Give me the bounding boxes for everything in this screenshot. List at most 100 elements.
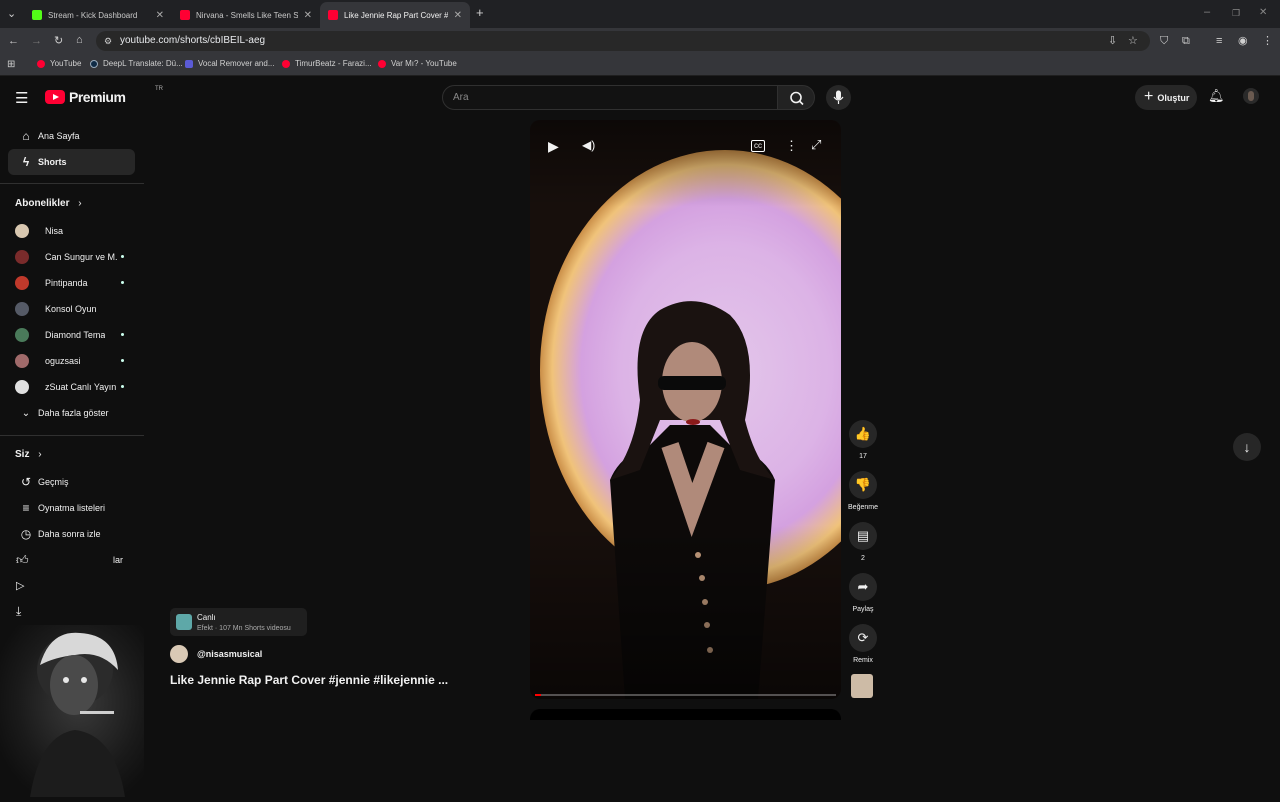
your-videos-icon[interactable]: ▷ <box>16 579 24 592</box>
sidebar-item-home[interactable]: ⌂ Ana Sayfa <box>8 123 135 149</box>
sidebar-item-label: Diamond Tema <box>45 330 106 340</box>
bookmark-deepl[interactable]: DeepL Translate: Dü... <box>90 59 183 68</box>
forward-icon[interactable]: → <box>31 35 42 47</box>
play-icon[interactable]: ▶ <box>548 138 559 155</box>
install-icon[interactable]: ⇩ <box>1108 35 1117 47</box>
remix-icon: ⟳ <box>849 624 877 652</box>
extensions-icon[interactable]: ⧉ <box>1182 35 1190 47</box>
bookmark-vocal-remover[interactable]: Vocal Remover and... <box>185 59 274 68</box>
sidebar-item-label: Ana Sayfa <box>38 131 80 141</box>
account-avatar[interactable] <box>1243 88 1259 104</box>
sidebar-item-label: Konsol Oyun <box>45 304 97 314</box>
more-options-icon[interactable]: ⋮ <box>785 138 798 154</box>
bookmark-timurbeatz[interactable]: TimurBeatz - Farazi... <box>282 59 372 68</box>
comment-icon: ▤ <box>849 522 877 550</box>
sidebar-divider <box>0 435 144 436</box>
you-title: Siz <box>15 449 30 460</box>
tab-search-icon[interactable]: ⌄ <box>7 8 16 20</box>
next-short-button[interactable]: ↓ <box>1233 433 1261 461</box>
sidebar-item-label: Daha sonra izle <box>38 529 101 539</box>
downloads-icon[interactable]: ⤓ <box>16 604 21 619</box>
channel-link[interactable]: @nisasmusical <box>170 645 262 663</box>
voice-search-button[interactable] <box>826 85 851 110</box>
tab-kick[interactable]: Stream - Kick Dashboard ✕ <box>24 2 172 28</box>
vocal-remover-favicon-icon <box>185 59 193 68</box>
shield-icon[interactable]: ⛉ <box>1160 35 1168 47</box>
history-icon: ↺ <box>20 475 32 489</box>
notifications-bell-icon[interactable]: 🔔︎ <box>1208 88 1225 104</box>
sidebar-sub-nisa[interactable]: Nisa <box>8 218 135 244</box>
tab-jennie[interactable]: Like Jennie Rap Part Cover #jennie ✕ <box>320 2 470 28</box>
create-button[interactable]: + Oluştur <box>1135 85 1197 110</box>
video-progress-bar[interactable] <box>535 694 836 696</box>
next-short-preview[interactable] <box>530 709 841 720</box>
bookmark-label: YouTube <box>50 59 82 68</box>
back-icon[interactable]: ← <box>8 35 19 47</box>
youtube-premium-logo[interactable]: Premium TR <box>45 86 163 105</box>
sidebar-show-more[interactable]: ⌄ Daha fazla göster <box>8 400 135 426</box>
search-input[interactable]: Ara <box>442 85 778 110</box>
short-video-player[interactable]: ▶ ◀︎) cc ⋮ ⤢ <box>530 120 841 699</box>
captions-icon[interactable]: cc <box>751 140 765 152</box>
hamburger-menu-icon[interactable]: ☰ <box>15 89 28 107</box>
bookmark-star-icon[interactable]: ☆ <box>1128 35 1138 47</box>
search-icon <box>790 91 804 106</box>
home-icon[interactable]: ⌂ <box>76 34 83 46</box>
bookmark-label: TimurBeatz - Farazi... <box>295 59 372 68</box>
channel-handle: @nisasmusical <box>197 649 263 659</box>
short-title[interactable]: Like Jennie Rap Part Cover #jennie #like… <box>170 673 448 687</box>
reload-icon[interactable]: ↻ <box>54 35 63 47</box>
sidebar-divider <box>0 183 144 184</box>
sidebar-sub-konsol-oyun[interactable]: Konsol Oyun <box>8 296 135 322</box>
url-text[interactable]: youtube.com/shorts/cbIBEIL-aeg <box>120 35 265 46</box>
fullscreen-icon[interactable]: ⤢ <box>811 137 821 153</box>
country-code: TR <box>155 86 163 92</box>
search-button[interactable] <box>777 85 815 110</box>
liked-videos-icon[interactable]: 👍︎ <box>16 553 29 568</box>
site-info-icon[interactable]: ⚙ <box>104 35 112 47</box>
close-tab-icon[interactable]: ✕ <box>304 10 312 21</box>
create-label: Oluştur <box>1157 92 1190 103</box>
sidebar-item-watch-later[interactable]: ◷ Daha sonra izle <box>8 521 135 547</box>
webcam-overlay <box>0 625 144 797</box>
effect-chip[interactable]: Canlı Efekt · 107 Mn Shorts videosu <box>170 608 307 636</box>
profile-icon[interactable]: ◉ <box>1238 35 1248 47</box>
microphone-icon <box>833 90 844 104</box>
comments-button[interactable]: ▤ 2 <box>849 522 877 562</box>
sidebar-sub-pintipanda[interactable]: Pintipanda <box>8 270 135 296</box>
you-heading[interactable]: Siz › <box>15 449 42 460</box>
media-icon[interactable]: ≡ <box>1216 35 1222 47</box>
remix-button[interactable]: ⟳ Remix <box>849 624 877 664</box>
close-window-icon[interactable]: ✕ <box>1259 7 1267 19</box>
sidebar-item-playlists[interactable]: ≡ Oynatma listeleri <box>8 495 135 521</box>
bookmark-var-mi[interactable]: Var Mı? - YouTube <box>378 59 457 68</box>
subscriptions-heading[interactable]: Abonelikler › <box>15 198 82 209</box>
tab-nirvana[interactable]: Nirvana - Smells Like Teen Spirit ✕ <box>172 2 320 28</box>
deepl-favicon-icon <box>90 59 98 68</box>
volume-icon[interactable]: ◀︎) <box>582 138 595 152</box>
sound-thumbnail[interactable] <box>851 674 873 698</box>
avatar <box>15 250 29 264</box>
sidebar-item-shorts[interactable]: ϟ Shorts <box>8 149 135 175</box>
share-label: Paylaş <box>852 606 874 613</box>
apps-icon[interactable]: ⊞ <box>7 59 15 71</box>
sidebar-item-label: lar <box>113 555 124 565</box>
menu-icon[interactable]: ⋮ <box>1262 35 1273 47</box>
sidebar-sub-can-sungur[interactable]: Can Sungur ve M... <box>8 244 135 270</box>
share-button[interactable]: ➦ Paylaş <box>849 573 877 613</box>
maximize-icon[interactable]: ❐ <box>1232 7 1240 19</box>
new-tab-button[interactable]: + <box>476 6 484 19</box>
like-button[interactable]: 👍 17 <box>849 420 877 460</box>
browser-tab-strip: ⌄ Stream - Kick Dashboard ✕ Nirvana - Sm… <box>0 0 1280 28</box>
sidebar-sub-oguzsasi[interactable]: oguzsasi <box>8 348 135 374</box>
close-tab-icon[interactable]: ✕ <box>156 10 164 21</box>
sidebar-item-history[interactable]: ↺ Geçmiş <box>8 469 135 495</box>
close-tab-icon[interactable]: ✕ <box>454 10 462 21</box>
dislike-button[interactable]: 👎 Beğenme <box>848 471 878 511</box>
sidebar-sub-zsuat[interactable]: zSuat Canlı Yayın <box>8 374 135 400</box>
kick-favicon-icon <box>32 10 42 20</box>
avatar <box>15 276 29 290</box>
bookmark-youtube[interactable]: YouTube <box>37 59 81 68</box>
minimize-icon[interactable]: – <box>1204 6 1210 18</box>
sidebar-sub-diamond-tema[interactable]: Diamond Tema <box>8 322 135 348</box>
